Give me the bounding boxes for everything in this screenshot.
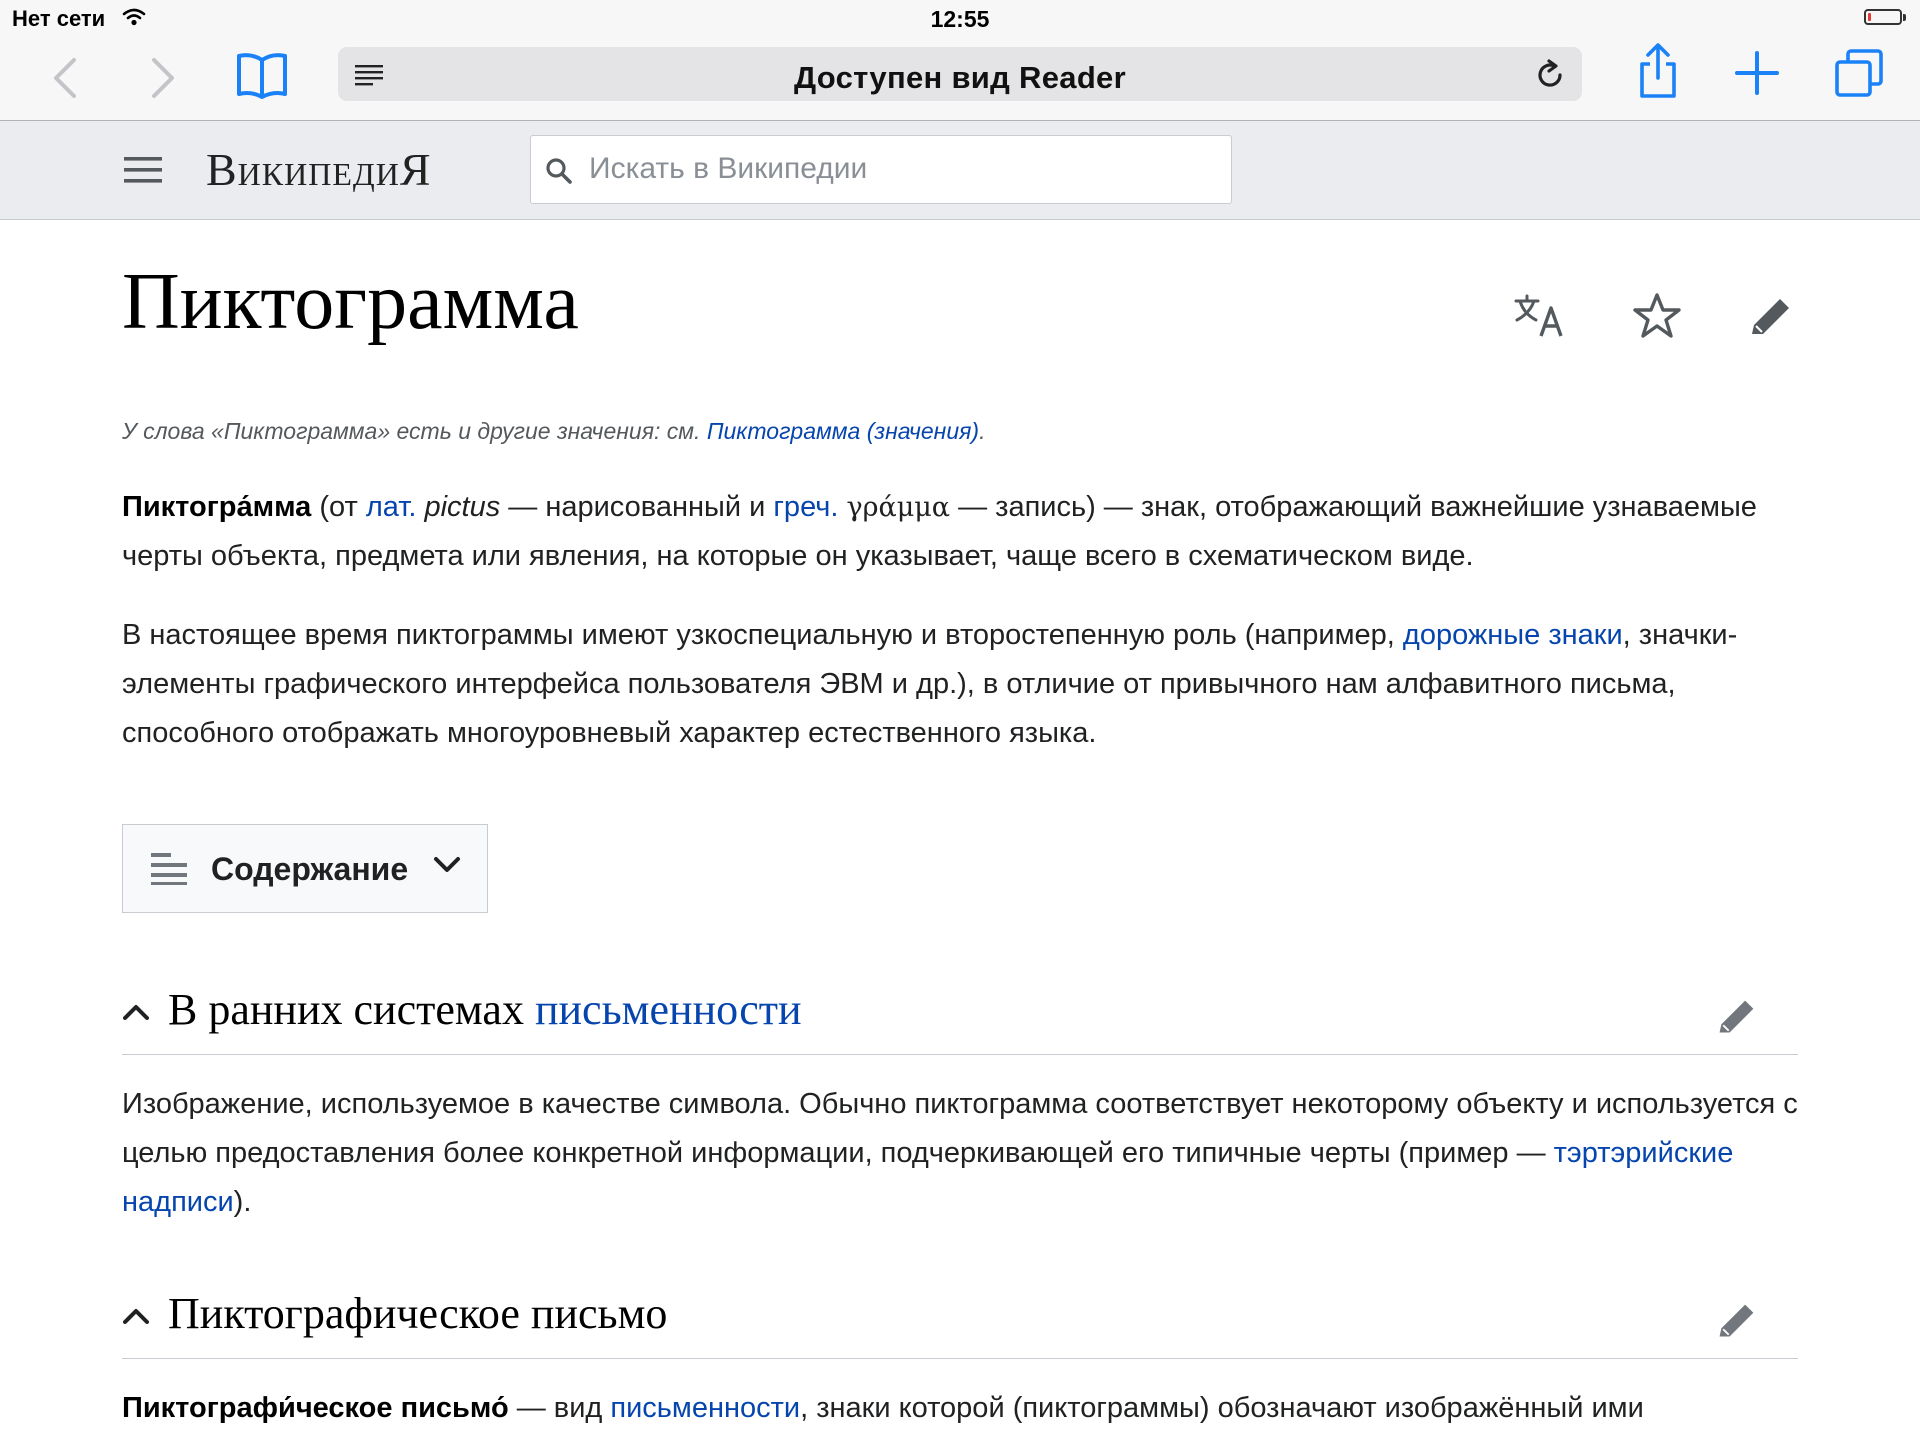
intro-text-1: (от [311, 491, 366, 523]
table-of-contents-toggle[interactable]: Содержание [122, 824, 488, 913]
chevron-up-icon[interactable] [122, 1002, 150, 1022]
intro-paragraph: Пиктогра́мма (от лат. pictus — нарисован… [122, 483, 1802, 581]
link-road-signs[interactable]: дорожные знаки [1403, 619, 1623, 651]
section2-text-2: , знаки которой (пиктограммы) обозначают… [800, 1392, 1644, 1424]
hatnote-link[interactable]: Пиктограмма (значения) [707, 418, 979, 444]
hatnote: У слова «Пиктограмма» есть и другие знач… [122, 418, 985, 445]
section-title: Пиктографическое письмо [168, 1289, 668, 1338]
term-bold: Пиктогра́мма [122, 491, 312, 523]
toc-list-icon [151, 851, 187, 885]
section-heading-pictographic-writing[interactable]: Пиктографическое письмо [122, 1284, 1798, 1359]
section-title-text: В ранних системах [168, 985, 535, 1034]
toc-label: Содержание [211, 851, 409, 887]
greek-word: γράμμα [846, 492, 951, 523]
star-icon[interactable] [1632, 292, 1682, 340]
language-icon[interactable] [1514, 294, 1568, 338]
clock: 12:55 [930, 6, 990, 32]
page-title: Пиктограмма [122, 258, 579, 346]
new-tab-icon[interactable] [1734, 50, 1780, 96]
link-latin[interactable]: лат. [366, 491, 417, 523]
battery-icon [1864, 9, 1902, 25]
battery-nub [1903, 14, 1906, 21]
section1-paragraph: Изображение, используемое в качестве сим… [122, 1080, 1802, 1227]
status-bar: Нет сети 12:55 [0, 0, 1920, 36]
section1-text-2: ). [233, 1186, 252, 1218]
paragraph-2: В настоящее время пиктограммы имеют узко… [122, 611, 1802, 758]
forward-icon[interactable] [148, 56, 178, 100]
intro-text-3: — нарисованный и [500, 491, 774, 523]
edit-pencil-icon[interactable] [1746, 294, 1794, 340]
wikipedia-logo[interactable]: ВикипедиЯ [206, 143, 432, 196]
address-bar[interactable]: Доступен вид Reader [338, 47, 1582, 101]
battery-level-fill [1868, 13, 1871, 21]
search-box[interactable] [530, 135, 1232, 204]
section-edit-icon[interactable] [1714, 996, 1758, 1038]
hamburger-menu-icon[interactable] [124, 155, 162, 185]
chevron-up-icon[interactable] [122, 1306, 150, 1326]
section-title: В ранних системах письменности [168, 984, 802, 1035]
hatnote-text: У слова «Пиктограмма» есть и другие знач… [122, 418, 707, 444]
section-heading-early-writing[interactable]: В ранних системах письменности [122, 980, 1798, 1055]
tabs-icon[interactable] [1834, 48, 1884, 98]
link-writing[interactable]: письменности [610, 1392, 800, 1424]
search-icon [545, 157, 573, 185]
share-icon[interactable] [1636, 42, 1680, 100]
section2-term: Пиктографи́ческое письмо́ [122, 1392, 509, 1424]
bookmarks-icon[interactable] [235, 50, 289, 100]
section2-paragraph: Пиктографи́ческое письмо́ — вид письменн… [122, 1384, 1802, 1433]
back-icon[interactable] [50, 56, 80, 100]
reload-icon[interactable] [1534, 59, 1566, 91]
latin-word: pictus [424, 491, 501, 523]
link-greek[interactable]: греч. [773, 491, 838, 523]
section-edit-icon[interactable] [1714, 1300, 1758, 1342]
hatnote-suffix: . [979, 418, 986, 444]
browser-toolbar: Доступен вид Reader [0, 36, 1920, 121]
section1-text-1: Изображение, используемое в качестве сим… [122, 1088, 1798, 1169]
wikipedia-header: ВикипедиЯ [0, 121, 1920, 220]
address-text: Доступен вид Reader [794, 60, 1126, 95]
chevron-down-icon [433, 855, 461, 875]
para2-text-1: В настоящее время пиктограммы имеют узко… [122, 619, 1403, 651]
section2-text-1: — вид [508, 1392, 611, 1424]
search-input[interactable] [589, 146, 1209, 192]
section-title-link[interactable]: письменности [535, 985, 802, 1034]
